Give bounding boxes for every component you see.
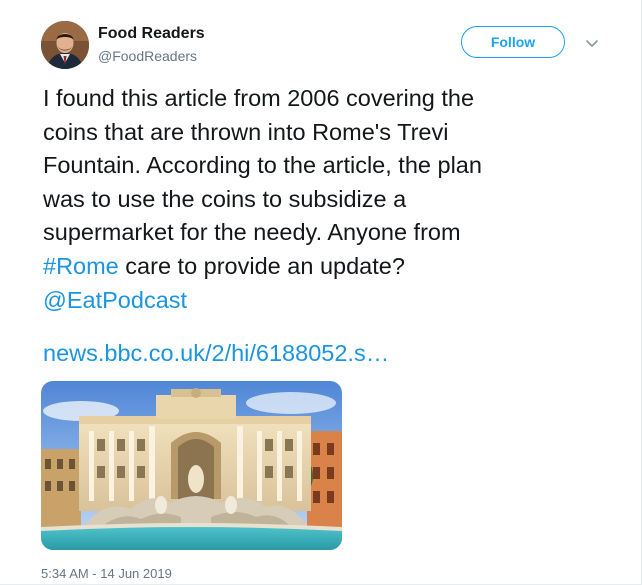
article-link[interactable]: news.bbc.co.uk/2/hi/6188052.s… xyxy=(43,340,389,367)
author-handle[interactable]: @FoodReaders xyxy=(98,48,197,64)
tweet-menu-button[interactable] xyxy=(584,37,600,49)
tweet-text-line: @EatPodcast xyxy=(43,284,603,318)
avatar[interactable] xyxy=(41,21,89,69)
avatar-image xyxy=(41,21,89,69)
author-name[interactable]: Food Readers xyxy=(98,25,205,43)
mention-link[interactable]: @EatPodcast xyxy=(43,287,187,313)
tweet-text-line: Fountain. According to the article, the … xyxy=(43,152,482,179)
tweet-text-line: coins that are thrown into Rome's Trevi xyxy=(43,118,449,145)
tweet-text-line: was to use the coins to subsidize a xyxy=(43,185,407,212)
follow-button[interactable]: Follow xyxy=(461,26,565,58)
photo-illustration xyxy=(41,381,342,550)
tweet-timestamp[interactable]: 5:34 AM - 14 Jun 2019 xyxy=(41,566,172,581)
tweet-text-line: #Rome care to provide an update? xyxy=(43,250,603,284)
chevron-down-icon xyxy=(586,40,598,47)
hashtag-link[interactable]: #Rome xyxy=(43,253,119,279)
tweet-text-line: supermarket for the needy. Anyone from xyxy=(43,219,461,246)
tweet-text-segment: care to provide an update? xyxy=(118,252,405,279)
tweet-text-line: I found this article from 2006 covering … xyxy=(43,85,475,111)
follow-button-label: Follow xyxy=(490,34,536,50)
trevi-fountain-photo[interactable] xyxy=(41,381,342,550)
tweet-text: I found this article from 2006 covering … xyxy=(43,82,603,317)
